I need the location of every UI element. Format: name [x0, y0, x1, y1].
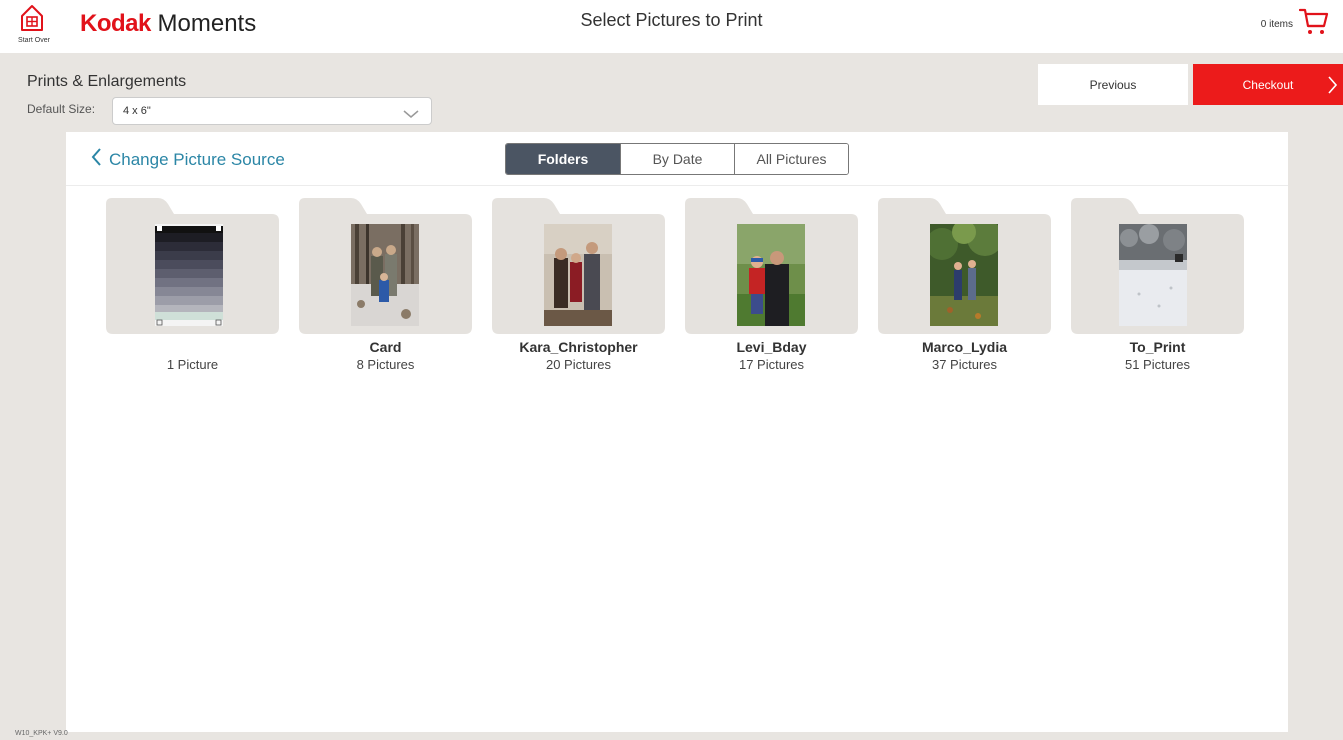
folder-thumbnail [737, 224, 805, 326]
folder-picture-count: 17 Pictures [738, 357, 805, 372]
change-picture-source-link[interactable]: Change Picture Source [90, 147, 285, 172]
folder-thumbnail [544, 224, 612, 326]
chevron-right-icon [1327, 76, 1338, 97]
folder-tile[interactable]: Levi_Bday 17 Pictures [685, 196, 858, 372]
folder-name: Marco_Lydia [921, 339, 1008, 355]
folder-thumbnail [930, 224, 998, 326]
tab-all-pictures[interactable]: All Pictures [734, 144, 848, 174]
folder-picture-count: 8 Pictures [356, 357, 415, 372]
folder-tile[interactable]: Card 8 Pictures [299, 196, 472, 372]
folder-name: Card [369, 339, 402, 355]
version-label: W10_KPK+ V9.0 [15, 730, 68, 737]
product-title: Prints & Enlargements [27, 73, 187, 90]
view-tabs: Folders By Date All Pictures [505, 143, 849, 175]
checkout-label: Checkout [1242, 77, 1294, 92]
source-bar: Change Picture Source Folders By Date Al… [66, 132, 1288, 186]
page-title: Select Pictures to Print [580, 10, 763, 30]
folder-name: To_Print [1129, 339, 1186, 355]
top-header: Start Over Kodak Moments Select Pictures… [0, 0, 1343, 53]
folder-thumbnail [1119, 224, 1187, 326]
chevron-down-icon [403, 106, 419, 124]
tab-by-date[interactable]: By Date [620, 144, 734, 174]
chevron-left-icon [90, 147, 109, 172]
change-picture-source-label: Change Picture Source [109, 149, 285, 169]
folder-picture-count: 20 Pictures [545, 357, 612, 372]
folder-name: Kara_Christopher [519, 339, 638, 355]
cart-button[interactable]: 0 items [1261, 6, 1329, 43]
checkout-button[interactable]: Checkout [1193, 64, 1343, 105]
default-size-value: 4 x 6" [123, 105, 151, 117]
start-over-label: Start Over [18, 37, 50, 44]
cart-count: 0 items [1260, 19, 1293, 30]
default-size-select[interactable]: 4 x 6" [112, 97, 432, 125]
tab-folders[interactable]: Folders [506, 144, 620, 174]
folder-tile[interactable]: To_Print 51 Pictures [1071, 196, 1244, 372]
folder-picture-count: 1 Picture [166, 357, 219, 372]
folder-tile[interactable]: Kara_Christopher 20 Pictures [492, 196, 665, 372]
folder-name: Levi_Bday [736, 339, 807, 355]
shopping-cart-icon [1298, 6, 1329, 43]
folder-picture-count: 51 Pictures [1124, 357, 1191, 372]
default-size-label: Default Size: [27, 102, 96, 116]
folder-thumbnail [351, 224, 419, 326]
folder-tile[interactable]: Marco_Lydia 37 Pictures [878, 196, 1051, 372]
folder-picture-count: 37 Pictures [931, 357, 998, 372]
previous-button[interactable]: Previous [1038, 64, 1188, 105]
folder-thumbnail [155, 224, 223, 326]
folder-tile[interactable]: 1 Picture [106, 196, 279, 372]
